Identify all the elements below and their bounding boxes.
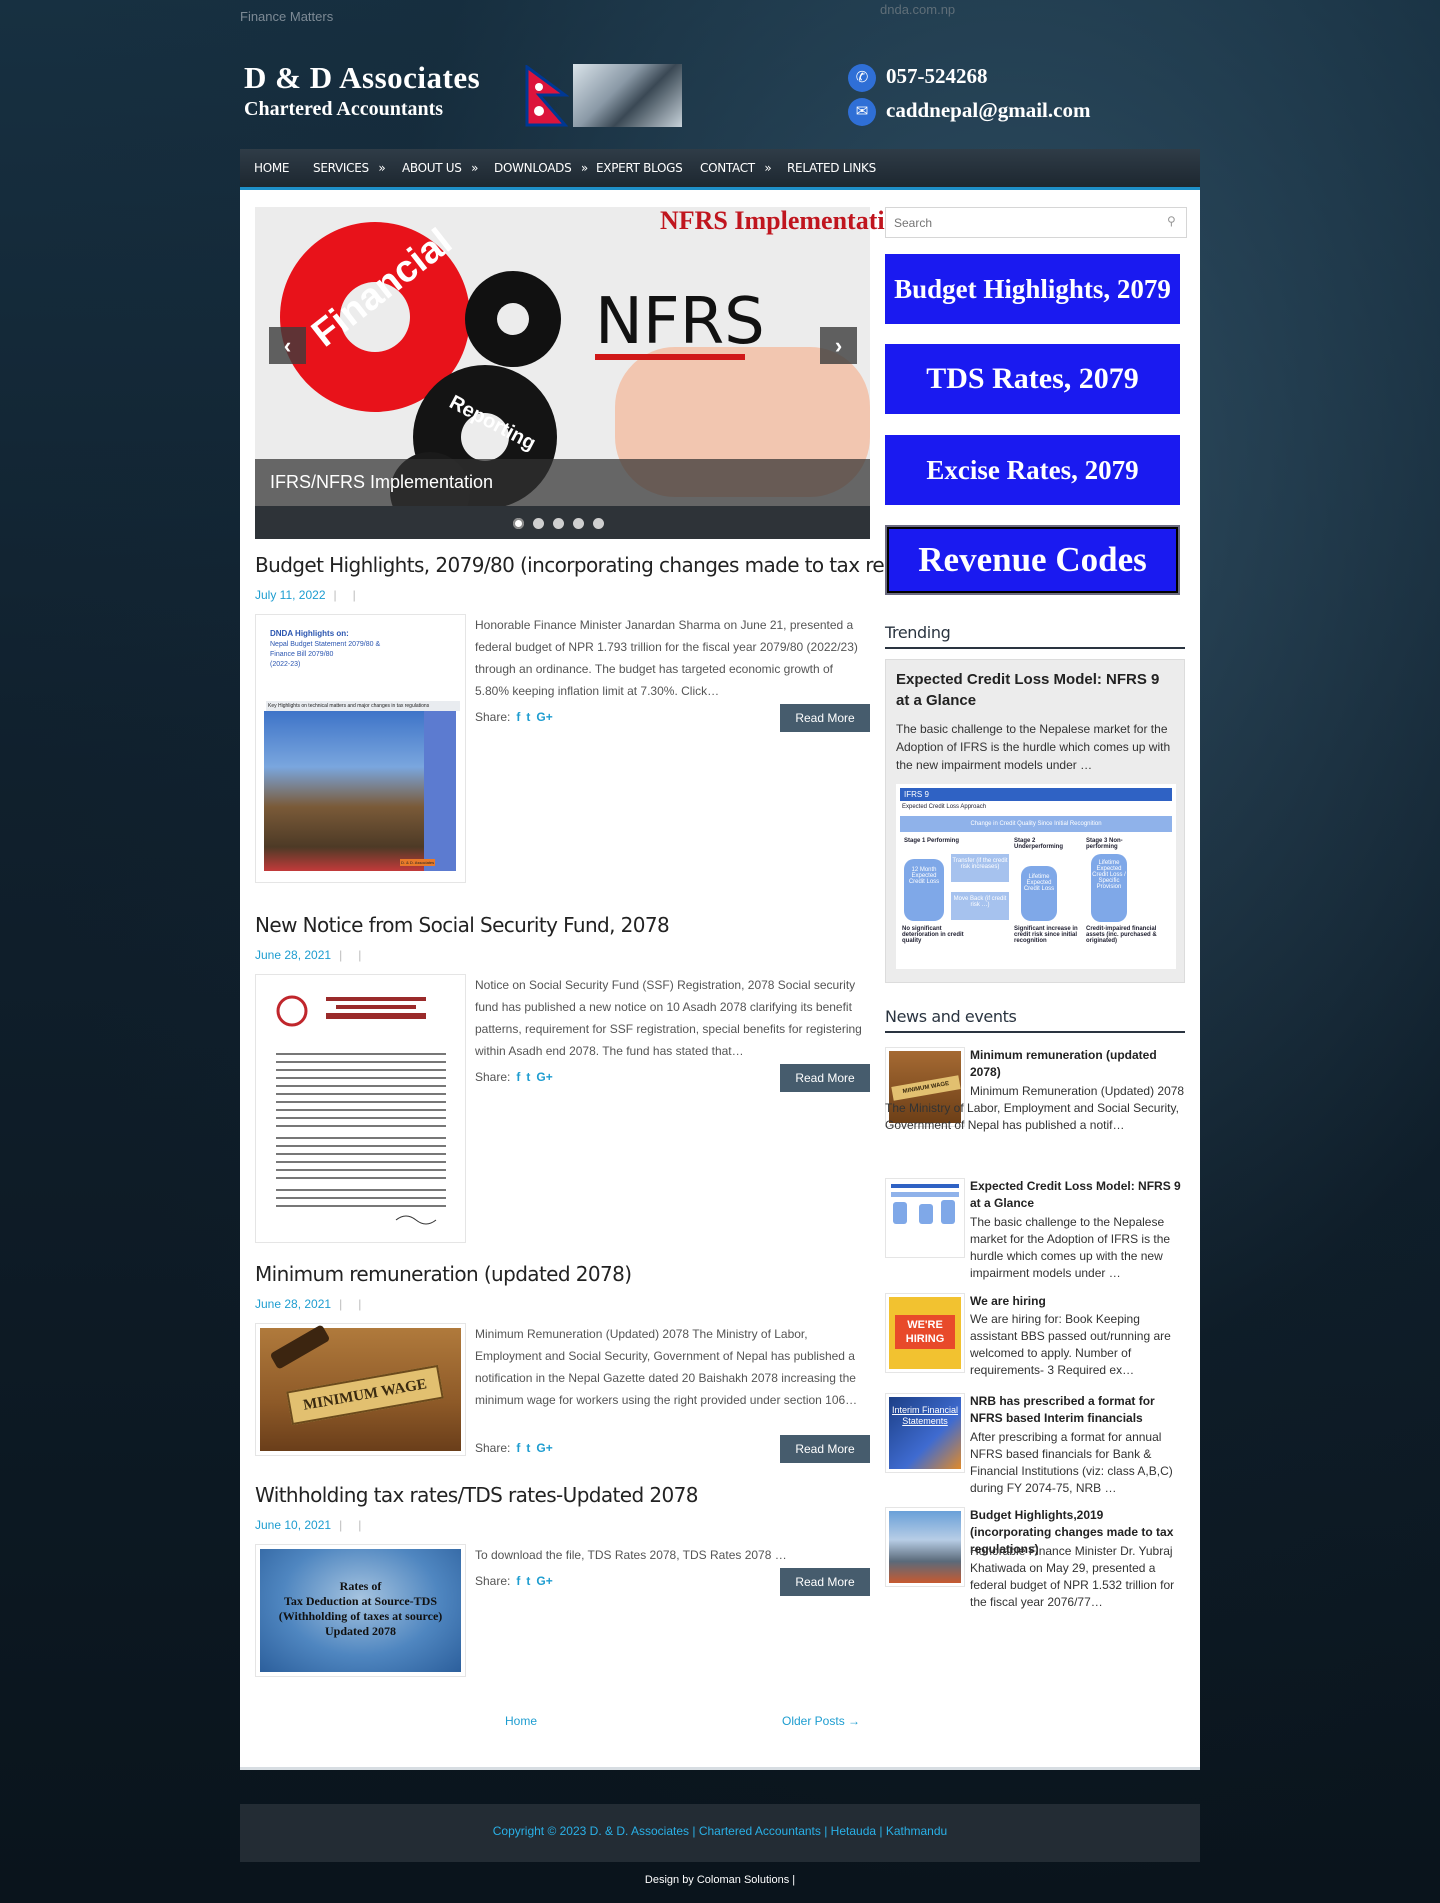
- nav-home[interactable]: HOME: [254, 149, 290, 187]
- news-rule: [885, 1031, 1185, 1033]
- trending-title[interactable]: Expected Credit Loss Model: NFRS 9 at a …: [896, 669, 1176, 711]
- news-title[interactable]: Expected Credit Loss Model: NFRS 9 at a …: [970, 1178, 1184, 1212]
- post-title[interactable]: Withholding tax rates/TDS rates-Updated …: [255, 1483, 698, 1507]
- phone-icon: ✆: [848, 64, 876, 92]
- nav-contact[interactable]: CONTACT »: [700, 149, 772, 187]
- trending-heading: Trending: [885, 623, 951, 642]
- older-posts-link[interactable]: Older Posts →: [782, 1714, 860, 1728]
- post-excerpt: Honorable Finance Minister Janardan Shar…: [475, 618, 858, 698]
- phone-number[interactable]: 057-524268: [886, 64, 988, 89]
- post-thumbnail[interactable]: Rates of Tax Deduction at Source-TDS (Wi…: [255, 1544, 466, 1677]
- read-more-button[interactable]: Read More: [780, 1435, 870, 1463]
- share-bar: Share: f t G+: [475, 1441, 553, 1455]
- slider-dot[interactable]: [573, 518, 584, 529]
- news-title[interactable]: Minimum remuneration (updated 2078): [970, 1047, 1184, 1081]
- news-excerpt: Minimum Remuneration (Updated) 2078 The …: [885, 1084, 1185, 1132]
- post-thumbnail[interactable]: DNDA Highlights on: Nepal Budget Stateme…: [255, 614, 466, 883]
- twitter-icon[interactable]: t: [526, 1070, 530, 1084]
- google-plus-icon[interactable]: G+: [536, 1574, 552, 1588]
- facebook-icon[interactable]: f: [516, 1574, 520, 1588]
- post-excerpt: To download the file, TDS Rates 2078, TD…: [475, 1548, 787, 1562]
- news-excerpt: The basic challenge to the Nepalese mark…: [970, 1215, 1171, 1280]
- facebook-icon[interactable]: f: [516, 1441, 520, 1455]
- slider-dot-active[interactable]: [513, 518, 524, 529]
- ecl-diagram: IFRS 9 Expected Credit Loss Approach Cha…: [896, 784, 1176, 969]
- twitter-icon[interactable]: t: [526, 1441, 530, 1455]
- twitter-icon[interactable]: t: [526, 710, 530, 724]
- nav-expert-blogs[interactable]: EXPERT BLOGS: [596, 149, 683, 187]
- slider-dot[interactable]: [593, 518, 604, 529]
- post-title[interactable]: Minimum remuneration (updated 2078): [255, 1262, 632, 1286]
- post-date: July 11, 2022 | |: [255, 588, 356, 602]
- handshake-image: [573, 64, 682, 127]
- nav-about-us[interactable]: ABOUT US »: [402, 149, 478, 187]
- site-subtitle: Chartered Accountants: [244, 98, 444, 120]
- news-excerpt: After prescribing a format for annual NF…: [970, 1430, 1173, 1495]
- search-box: ⚲: [885, 207, 1187, 238]
- facebook-icon[interactable]: f: [516, 710, 520, 724]
- share-bar: Share: f t G+: [475, 1574, 553, 1588]
- news-excerpt: We are hiring for: Book Keeping assistan…: [970, 1312, 1171, 1377]
- search-icon[interactable]: ⚲: [1167, 214, 1176, 228]
- email-address[interactable]: caddnepal@gmail.com: [886, 98, 1090, 123]
- banner-revenue-codes[interactable]: Revenue Codes: [885, 525, 1180, 595]
- banner-excise-rates[interactable]: Excise Rates, 2079: [885, 435, 1180, 505]
- trending-rule: [885, 647, 1185, 649]
- nepal-flag-icon: [525, 65, 569, 127]
- post-title[interactable]: Budget Highlights, 2079/80 (incorporatin…: [255, 553, 978, 577]
- pagination-home-link[interactable]: Home: [505, 1714, 537, 1728]
- news-thumbnail[interactable]: [885, 1178, 965, 1258]
- news-excerpt: Honorable Finance Minister Dr. Yubraj Kh…: [970, 1544, 1175, 1609]
- slider-dot[interactable]: [533, 518, 544, 529]
- news-title[interactable]: NRB has prescribed a format for NFRS bas…: [970, 1393, 1184, 1427]
- notice-document-image: [276, 995, 446, 1225]
- nav-services[interactable]: SERVICES »: [313, 149, 386, 187]
- slider-word-nfrs: NFRS: [595, 285, 765, 359]
- site-domain: dnda.com.np: [880, 2, 956, 17]
- news-thumbnail[interactable]: WE'RE HIRING: [885, 1293, 965, 1373]
- read-more-button[interactable]: Read More: [780, 704, 870, 732]
- site-tagline: Finance Matters: [240, 9, 334, 24]
- slider-dot[interactable]: [553, 518, 564, 529]
- content-divider: [240, 1767, 1200, 1770]
- design-credit[interactable]: Design by Coloman Solutions |: [240, 1874, 1200, 1886]
- google-plus-icon[interactable]: G+: [536, 710, 552, 724]
- read-more-button[interactable]: Read More: [780, 1568, 870, 1596]
- main-nav: HOME SERVICES » ABOUT US » DOWNLOADS » E…: [240, 149, 1200, 190]
- slider-image-title: NFRS Implementation: [660, 206, 913, 235]
- slider-prev-button[interactable]: ‹: [269, 327, 306, 364]
- news-title[interactable]: We are hiring: [970, 1293, 1184, 1310]
- facebook-icon[interactable]: f: [516, 1070, 520, 1084]
- trending-text: The basic challenge to the Nepalese mark…: [896, 722, 1171, 772]
- read-more-button[interactable]: Read More: [780, 1064, 870, 1092]
- google-plus-icon[interactable]: G+: [536, 1441, 552, 1455]
- share-bar: Share: f t G+: [475, 710, 553, 724]
- search-input[interactable]: [892, 213, 1156, 233]
- news-heading: News and events: [885, 1007, 1017, 1026]
- share-bar: Share: f t G+: [475, 1070, 553, 1084]
- slider-next-button[interactable]: ›: [820, 327, 857, 364]
- post-excerpt: Minimum Remuneration (Updated) 2078 The …: [475, 1327, 858, 1407]
- post-title[interactable]: New Notice from Social Security Fund, 20…: [255, 913, 670, 937]
- nav-related-links[interactable]: RELATED LINKS: [787, 149, 876, 187]
- news-thumbnail[interactable]: Interim Financial Statements: [885, 1393, 965, 1473]
- slider-pagination: [255, 506, 870, 539]
- site-title[interactable]: D & D Associates: [244, 60, 480, 96]
- twitter-icon[interactable]: t: [526, 1574, 530, 1588]
- banner-budget-highlights[interactable]: Budget Highlights, 2079: [885, 254, 1180, 324]
- post-date: June 28, 2021 | |: [255, 1297, 362, 1311]
- mail-icon: ✉: [848, 98, 876, 126]
- google-plus-icon[interactable]: G+: [536, 1070, 552, 1084]
- post-excerpt: Notice on Social Security Fund (SSF) Reg…: [475, 978, 862, 1058]
- nav-downloads[interactable]: DOWNLOADS »: [494, 149, 588, 187]
- footer-copyright[interactable]: Copyright © 2023 D. & D. Associates | Ch…: [240, 1824, 1200, 1838]
- post-thumbnail[interactable]: [255, 974, 466, 1243]
- post-thumbnail[interactable]: MINIMUM WAGE: [255, 1323, 466, 1456]
- trending-card[interactable]: Expected Credit Loss Model: NFRS 9 at a …: [885, 659, 1185, 983]
- slider-caption[interactable]: IFRS/NFRS Implementation: [255, 459, 870, 506]
- post-date: June 10, 2021 | |: [255, 1518, 362, 1532]
- news-thumbnail[interactable]: [885, 1507, 965, 1587]
- banner-tds-rates[interactable]: TDS Rates, 2079: [885, 344, 1180, 414]
- post-date: June 28, 2021 | |: [255, 948, 362, 962]
